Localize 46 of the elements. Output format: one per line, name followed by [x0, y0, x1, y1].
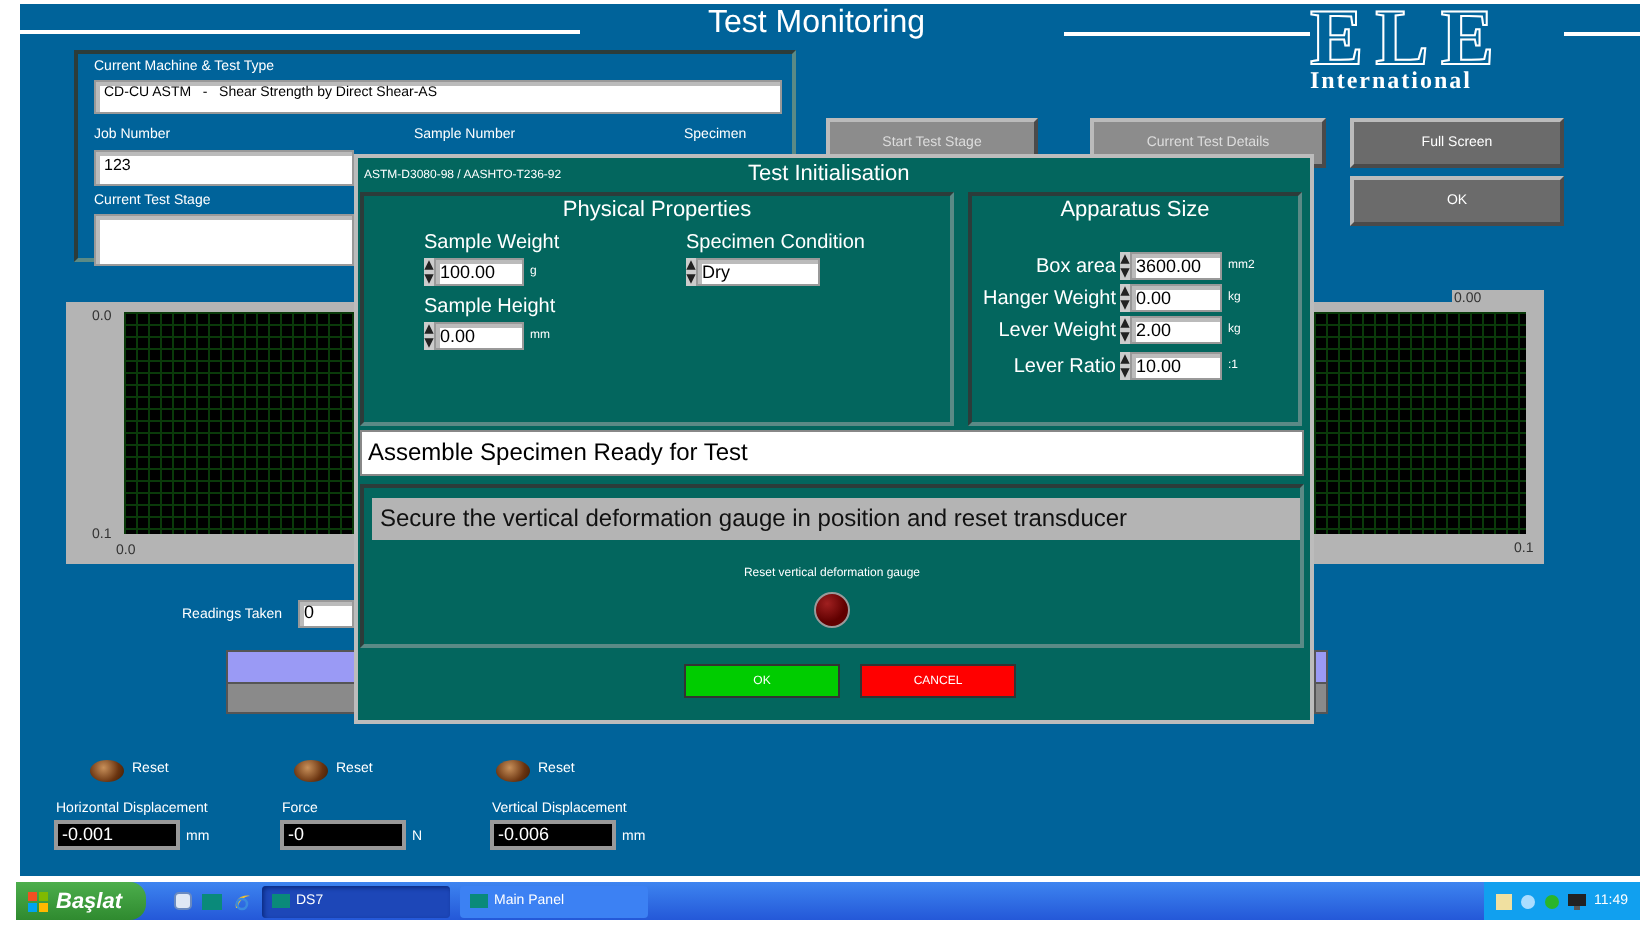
- dialog-title: Test Initialisation: [748, 162, 910, 186]
- group-title: Physical Properties: [560, 198, 754, 222]
- readout-field: -0: [280, 820, 406, 850]
- field-label: Lever Weight: [998, 320, 1116, 342]
- desktop-icon[interactable]: [174, 892, 192, 910]
- field-label: Box area: [1035, 256, 1116, 278]
- start-button[interactable]: Başlat: [16, 882, 146, 920]
- spinner-icon[interactable]: [1120, 352, 1130, 380]
- spinner-icon[interactable]: [424, 322, 434, 350]
- instruction-text: Secure the vertical deformation gauge in position and reset transducer: [372, 498, 1300, 540]
- field-label: Specimen Condition: [686, 232, 865, 254]
- app-icon: [470, 894, 488, 908]
- logo-letters: ELE: [1310, 4, 1507, 72]
- spinner-icon[interactable]: [1120, 316, 1130, 344]
- numeric-field[interactable]: 2.00: [1130, 316, 1222, 344]
- field-label: Hanger Weight: [982, 288, 1116, 310]
- spinner-icon[interactable]: [686, 258, 696, 286]
- numeric-field[interactable]: 0.00: [434, 322, 524, 350]
- indicator-light[interactable]: [90, 760, 124, 782]
- numeric-field[interactable]: 100.00: [434, 258, 524, 286]
- field-label: Sample Height: [424, 296, 556, 318]
- logo-subtitle: International: [1310, 66, 1473, 96]
- readout-field: -0.006: [490, 820, 616, 850]
- indicator-light[interactable]: [294, 760, 328, 782]
- numeric-field[interactable]: 10.00: [1130, 352, 1222, 380]
- browser-icon[interactable]: [232, 891, 252, 911]
- windows-logo-icon: [28, 891, 48, 911]
- text-field[interactable]: [94, 214, 354, 266]
- numeric-field[interactable]: Dry: [696, 258, 820, 286]
- group-title: Apparatus Size: [1058, 198, 1212, 222]
- status-message: Assemble Specimen Ready for Test: [360, 430, 1304, 476]
- indicator-light[interactable]: [496, 760, 530, 782]
- field-label: Lever Ratio: [1013, 356, 1116, 378]
- window-title: Test Monitoring: [708, 6, 925, 42]
- spinner-icon[interactable]: [424, 258, 434, 286]
- readings-field[interactable]: 0: [298, 600, 354, 628]
- app-icon: [272, 894, 290, 908]
- numeric-field[interactable]: 3600.00: [1130, 252, 1222, 280]
- readout-field: -0.001: [54, 820, 180, 850]
- spinner-icon[interactable]: [1120, 284, 1130, 312]
- monitor-icon[interactable]: [1568, 893, 1586, 909]
- text-field[interactable]: 123: [94, 150, 354, 186]
- numeric-field[interactable]: 0.00: [1130, 284, 1222, 312]
- progress-track: [226, 682, 358, 714]
- field-label: Sample Weight: [424, 232, 560, 254]
- spinner-icon[interactable]: [1120, 252, 1130, 280]
